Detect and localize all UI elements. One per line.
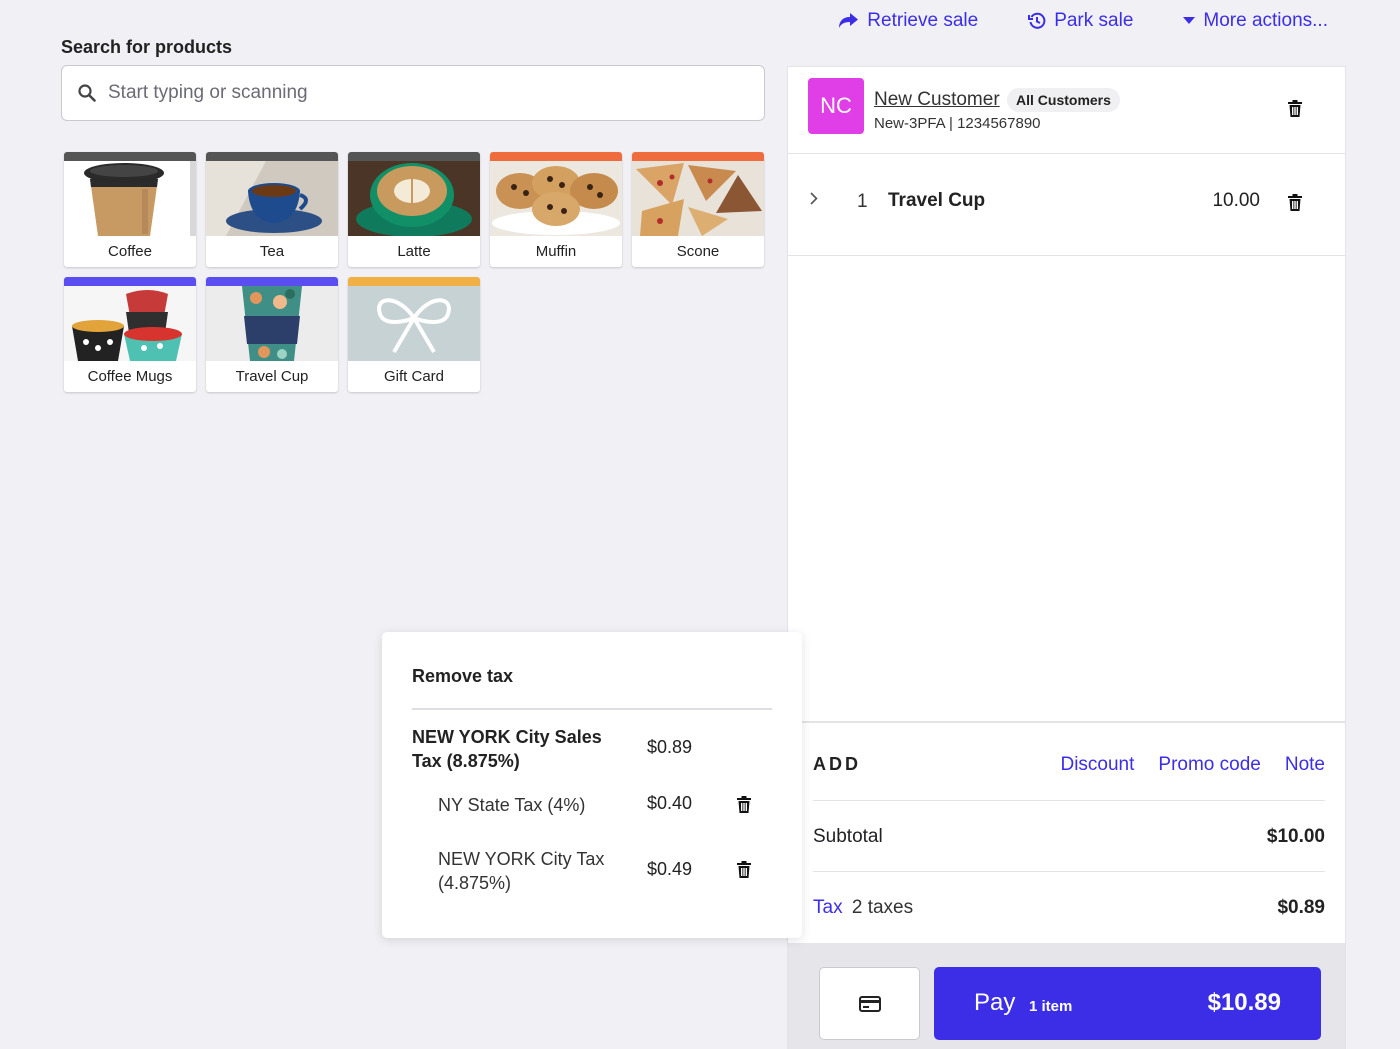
search-label: Search for products [61,37,233,57]
card-payment-button[interactable] [819,967,920,1040]
more-actions-label: More actions... [1203,10,1328,31]
muffin-image [490,161,622,236]
coffee-image [64,161,196,236]
pay-button[interactable]: Pay 1 item $10.89 [934,967,1321,1040]
park-sale-button[interactable]: Park sale [1028,10,1133,32]
product-tile-label: Latte [397,243,431,260]
pay-item-count: 1 item [1029,998,1073,1015]
discount-link[interactable]: Discount [1060,754,1134,776]
retrieve-sale-button[interactable]: Retrieve sale [837,10,978,32]
more-actions-button[interactable]: More actions... [1183,10,1328,32]
remove-line-item-button[interactable] [1288,194,1302,216]
search-input[interactable] [108,82,708,104]
remove-customer-button[interactable] [1288,100,1302,122]
customer-group-badge: All Customers [1007,88,1120,112]
history-icon [1028,12,1046,29]
tile-color-bar [64,152,196,161]
remove-component-tax-button[interactable] [737,796,751,818]
add-links: Discount Promo code Note [1060,754,1325,776]
component-tax-name: NY State Tax (4%) [438,795,586,815]
popover-divider [412,708,772,710]
gift-ribbon-icon [348,286,480,361]
tile-color-bar [632,152,764,161]
credit-card-icon [858,995,881,1012]
remove-component-tax-button[interactable] [737,861,751,883]
trash-icon [1288,194,1302,211]
chevron-right-icon [810,192,818,205]
tile-color-bar [348,152,480,161]
product-tile-travel-cup[interactable]: Travel Cup [206,277,338,392]
trash-icon [737,861,751,878]
component-tax-amount: $0.40 [647,793,693,813]
subtotal-value: $10.00 [1266,826,1325,847]
scone-image [632,161,764,236]
caret-down-icon [1183,17,1196,24]
product-tile-label: Coffee [108,243,152,260]
expand-line-item-button[interactable] [810,192,818,210]
gift-card-image [348,286,480,361]
product-tile-label: Tea [259,243,285,260]
trash-icon [737,796,751,813]
subtotal-label: Subtotal [813,826,883,847]
product-tile-gift-card[interactable]: Gift Card [348,277,480,392]
product-tile-coffee-mugs[interactable]: Coffee Mugs [64,277,196,392]
product-tile-label: Gift Card [383,368,444,385]
product-tile-label: Coffee Mugs [87,368,173,385]
line-item: 1 Travel Cup 10.00 [788,154,1345,256]
trash-icon [1288,100,1302,117]
line-item-price: 10.00 [1212,190,1260,211]
tax-value: $0.89 [1277,897,1325,918]
tile-color-bar [490,152,622,161]
product-tile-label: Travel Cup [235,368,309,385]
product-tile-label: Scone [676,243,720,260]
tile-color-bar [348,277,480,286]
component-tax-name: NEW YORK City Tax (4.875%) [438,849,605,893]
main-tax-amount: $0.89 [647,737,693,757]
add-label: ADD [813,754,861,774]
component-tax-amount: $0.49 [647,859,693,879]
tile-color-bar [64,277,196,286]
tax-link[interactable]: Tax [813,897,843,918]
product-tile-scone[interactable]: Scone [632,152,764,267]
totals-section: ADD Discount Promo code Note Subtotal $1… [788,721,1345,943]
product-tile-latte[interactable]: Latte [348,152,480,267]
popover-title: Remove tax [412,666,514,686]
customer-name-link[interactable]: New Customer [874,89,1000,111]
customer-avatar: NC [808,78,864,134]
tile-color-bar [206,152,338,161]
customer-details: New-3PFA | 1234567890 [874,115,1041,132]
subtotal-row: Subtotal $10.00 [813,801,1325,872]
coffee-mugs-image [64,286,196,361]
product-tile-label: Muffin [535,243,577,260]
add-row: ADD Discount Promo code Note [813,723,1325,801]
product-tile-coffee[interactable]: Coffee [64,152,196,267]
tax-count: 2 taxes [851,897,914,918]
line-item-name: Travel Cup [888,190,986,211]
travel-cup-image [206,286,338,361]
latte-image [348,161,480,236]
sale-panel: NC New Customer All Customers New-3PFA |… [787,66,1346,1049]
search-box [61,65,765,121]
tea-image [206,161,338,236]
line-item-quantity: 1 [857,191,868,212]
remove-tax-popover: Remove tax NEW YORK City Sales Tax (8.87… [382,632,802,938]
main-tax-name: NEW YORK City Sales Tax (8.875%) [412,727,602,771]
tile-color-bar [206,277,338,286]
product-tile-muffin[interactable]: Muffin [490,152,622,267]
redo-arrow-icon [839,13,859,28]
search-icon [78,84,96,102]
product-tile-tea[interactable]: Tea [206,152,338,267]
tax-label-group: Tax 2 taxes [813,897,913,919]
top-actions: Retrieve sale Park sale More actions... [837,10,1328,32]
pay-amount: $10.89 [1207,989,1281,1016]
tax-row: Tax 2 taxes $0.89 [813,872,1325,943]
promo-code-link[interactable]: Promo code [1158,754,1260,776]
retrieve-sale-label: Retrieve sale [867,10,979,31]
pay-area: Pay 1 item $10.89 [788,943,1345,1049]
pay-label: Pay [974,989,1016,1016]
product-grid: Coffee Tea Latte Muffin Scone Coffee Mug… [64,152,764,392]
park-sale-label: Park sale [1054,10,1134,31]
note-link[interactable]: Note [1285,754,1325,776]
customer-row: NC New Customer All Customers New-3PFA |… [788,67,1345,154]
